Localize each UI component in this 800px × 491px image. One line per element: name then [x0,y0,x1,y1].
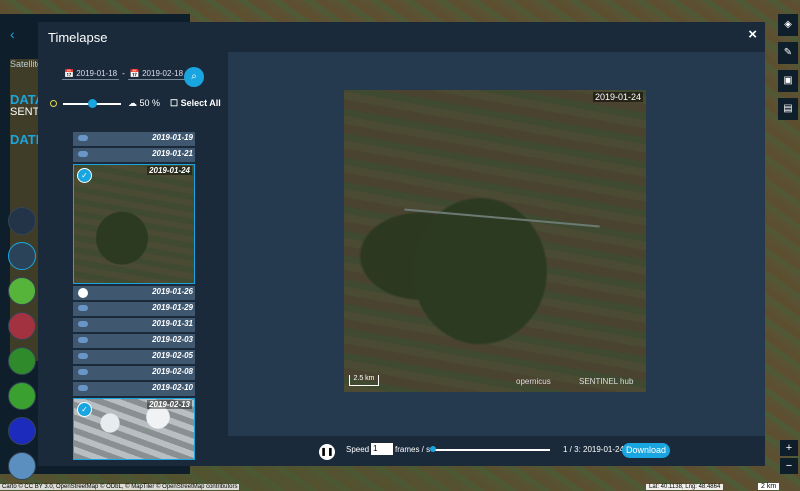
visualization-thumb[interactable] [8,312,36,340]
layers-icon[interactable]: ◈ [778,14,798,36]
cloud-filter: ☁ 50 % ☐ Select All [48,97,228,113]
date-to-field[interactable]: 📅 2019-02-18 [127,68,186,80]
list-item-date: 2019-02-10 [152,383,193,392]
map-attribution: Carto © CC BY 3.0, OpenStreetMap © ODbL,… [0,484,240,490]
cloud-percent-value: 50 % [139,98,161,108]
brush-icon[interactable] [8,207,36,235]
list-item[interactable]: 2019-02-03 [73,334,195,348]
frame-counter: 1 / 3: 2019-01-24 [563,445,624,454]
list-item[interactable]: 2019-02-08 [73,366,195,380]
cloud-slider-handle[interactable] [88,99,97,108]
visualization-thumb[interactable] [8,452,36,480]
cloud-icon [78,305,88,311]
coordinates-readout: Lat: 40.1138, Lng: 48.4864 [646,484,724,490]
list-item-date: 2019-01-29 [152,303,193,312]
select-all-label: Select All [180,98,221,108]
list-item[interactable]: 2019-01-29 [73,302,195,316]
copernicus-logo: opernicus [516,377,551,386]
visualization-thumb[interactable] [8,242,36,270]
list-item[interactable]: 2019-01-21 [73,148,195,162]
satellite-image: 2019-01-24 2.5 km opernicus SENTINEL hub [344,90,646,392]
list-item-date: 2019-02-13 [147,400,192,409]
visualization-thumb[interactable] [8,347,36,375]
satellite-image-fields [344,90,646,392]
cloud-icon [78,337,88,343]
modal-header: Timelapse × [38,22,765,52]
zoom-out-button[interactable]: − [780,458,798,474]
list-image-item[interactable]: ✓ 2019-01-24 [73,164,195,284]
list-image-item[interactable]: ✓ 2019-02-13 [73,398,195,460]
sun-icon [50,100,57,107]
cloud-icon [78,151,88,157]
cloud-percent: ☁ 50 % [128,98,161,108]
visualization-thumb[interactable] [8,277,36,305]
player-bar: ❚❚ Speed 1 frames / s 1 / 3: 2019-01-24 … [228,436,765,466]
timelapse-modal: Timelapse × 📅 2019-01-18 - 📅 2019-02-18 … [38,22,765,466]
list-item-date: 2019-02-05 [152,351,193,360]
visualization-thumb[interactable] [8,382,36,410]
cloud-icon [78,353,88,359]
zoom-controls: + − [780,440,798,476]
image-timestamp: 2019-01-24 [592,92,643,102]
cloud-icon [78,135,88,141]
timelapse-panel: 📅 2019-01-18 - 📅 2019-02-18 ⌕ ☁ 50 % ☐ S… [48,52,237,466]
list-item-date: 2019-01-19 [152,133,193,142]
zoom-in-button[interactable]: + [780,440,798,456]
list-item-date: 2019-01-21 [152,149,193,158]
speed-label: Speed [346,445,370,454]
map-scale: 2 km [758,483,780,490]
image-scale: 2.5 km [349,375,379,386]
cloud-icon [78,321,88,327]
date-from-field[interactable]: 📅 2019-01-18 [62,68,120,80]
close-icon[interactable]: × [748,26,757,43]
map-top-strip [0,0,800,14]
list-item[interactable]: 2019-02-10 [73,382,195,396]
timeline-track[interactable] [433,449,550,451]
ruler-icon[interactable]: ✎ [778,42,798,64]
back-icon[interactable]: ‹ [10,26,15,42]
speed-input[interactable]: 1 [371,443,393,455]
select-all-checkbox[interactable]: ☐ Select All [170,98,221,109]
visualization-list [8,207,38,487]
map-tools: ◈ ✎ ▣ ▤ [778,14,800,126]
selected-check-icon[interactable]: ✓ [77,402,92,417]
list-item-date: 2019-02-03 [152,335,193,344]
modal-title: Timelapse [48,30,108,45]
list-item[interactable]: 2019-02-05 [73,350,195,364]
image-download-icon[interactable]: ▣ [778,70,798,92]
date-from-value: 2019-01-18 [76,69,118,78]
cloud-icon [78,385,88,391]
circle-icon [78,288,88,298]
speed-unit: frames / s [395,445,431,454]
list-item-date: 2019-02-08 [152,367,193,376]
download-button[interactable]: Download [622,443,670,458]
date-separator: - [122,69,125,78]
date-to-value: 2019-02-18 [142,69,184,78]
list-item-date: 2019-01-31 [152,319,193,328]
film-icon[interactable]: ▤ [778,98,798,120]
list-item[interactable]: 2019-01-31 [73,318,195,332]
list-item[interactable]: 2019-01-19 [73,132,195,146]
pause-icon[interactable]: ❚❚ [319,444,335,460]
list-item[interactable]: 2019-01-26 [73,286,195,300]
date-list: 2019-01-19 2019-01-21 ✓ 2019-01-24 2019-01-2… [73,132,195,466]
list-item-date: 2019-01-24 [147,166,192,175]
selected-check-icon[interactable]: ✓ [77,168,92,183]
preview-area: 2019-01-24 2.5 km opernicus SENTINEL hub [228,52,765,436]
search-button[interactable]: ⌕ [184,67,204,87]
visualization-thumb[interactable] [8,417,36,445]
search-icon: ⌕ [191,71,197,82]
list-item-date: 2019-01-26 [152,287,193,296]
timeline-handle[interactable] [430,446,436,452]
cloud-icon [78,369,88,375]
sentinel-hub-logo: SENTINEL hub [579,377,634,386]
